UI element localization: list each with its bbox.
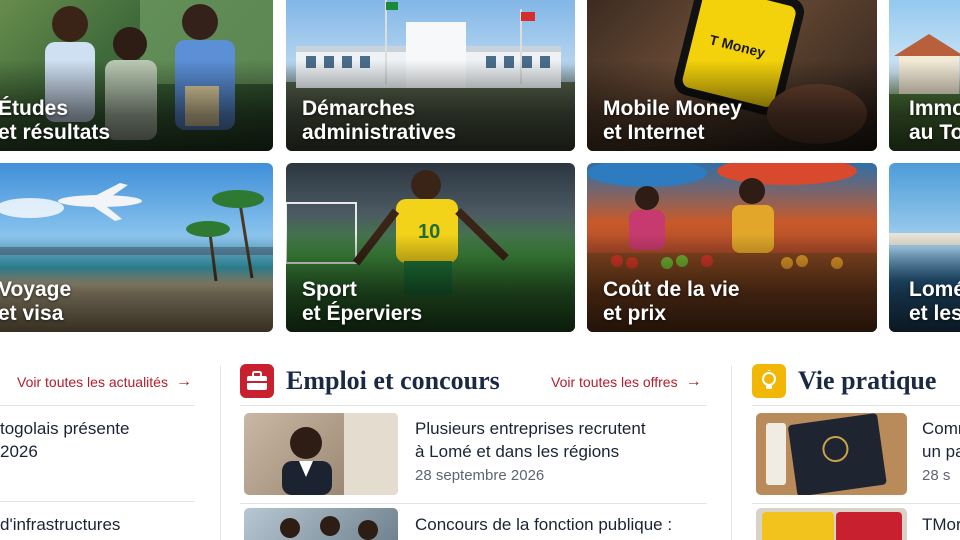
tile-voyage[interactable]: Voyage et visa <box>0 163 273 332</box>
tile-immo[interactable]: Immo au To <box>889 0 960 151</box>
job-article-title[interactable]: Concours de la fonction publique : <box>415 513 705 536</box>
arrow-right-icon: → <box>175 373 192 390</box>
job-article-date: 28 septembre 2026 <box>415 467 545 484</box>
lightbulb-icon <box>752 364 786 398</box>
tile-demarches[interactable]: Démarches administratives <box>286 0 575 151</box>
see-all-news-link[interactable]: Voir toutes les actualités → <box>17 373 192 391</box>
tile-cout-vie[interactable]: Coût de la vie et prix <box>587 163 877 332</box>
see-all-offers-link[interactable]: Voir toutes les offres → <box>551 373 702 391</box>
news-divider-top <box>0 405 195 406</box>
pratique-divider-top <box>752 405 960 406</box>
tile-sport-label: Sport et Éperviers <box>302 278 423 325</box>
news-divider <box>0 501 195 502</box>
tile-mobile-money-label: Mobile Money et Internet <box>603 97 742 144</box>
tile-voyage-label: Voyage et visa <box>0 278 72 325</box>
column-divider <box>731 365 732 540</box>
pratique-divider <box>752 503 960 504</box>
pratique-article-title[interactable]: TMor <box>922 513 960 536</box>
tile-lome-label: Lomé et les <box>909 278 960 325</box>
tile-sport[interactable]: 10 Sport et Éperviers <box>286 163 575 332</box>
tile-cout-vie-label: Coût de la vie et prix <box>603 278 740 325</box>
job-article-title[interactable]: Plusieurs entreprises recrutent à Lomé e… <box>415 417 705 463</box>
news-item-title[interactable]: d'infrastructures <box>0 513 195 536</box>
pratique-article-date: 28 s <box>922 467 951 484</box>
news-item-title[interactable]: togolais présente 2026 <box>0 417 195 463</box>
tile-demarches-label: Démarches administratives <box>302 97 457 144</box>
cards-thumbnail[interactable] <box>756 508 907 540</box>
tile-etudes-label: Études et résultats <box>0 97 111 144</box>
emploi-section-title: Emploi et concours <box>286 366 500 395</box>
emploi-divider-top <box>240 405 707 406</box>
job-article-thumbnail[interactable] <box>244 413 398 495</box>
tile-lome[interactable]: Lomé et les <box>889 163 960 332</box>
arrow-right-icon: → <box>685 373 702 390</box>
tile-mobile-money[interactable]: T Money Mobile Money et Internet <box>587 0 877 151</box>
emploi-divider <box>240 503 707 504</box>
column-divider <box>220 365 221 540</box>
pratique-article-title[interactable]: Comr un pa <box>922 417 960 463</box>
pratique-section-title: Vie pratique <box>798 366 937 395</box>
tile-etudes[interactable]: Études et résultats <box>0 0 273 151</box>
tile-immo-label: Immo au To <box>909 97 960 144</box>
passport-thumbnail[interactable] <box>756 413 907 495</box>
job-article-thumbnail[interactable] <box>244 508 398 540</box>
briefcase-icon <box>240 364 274 398</box>
